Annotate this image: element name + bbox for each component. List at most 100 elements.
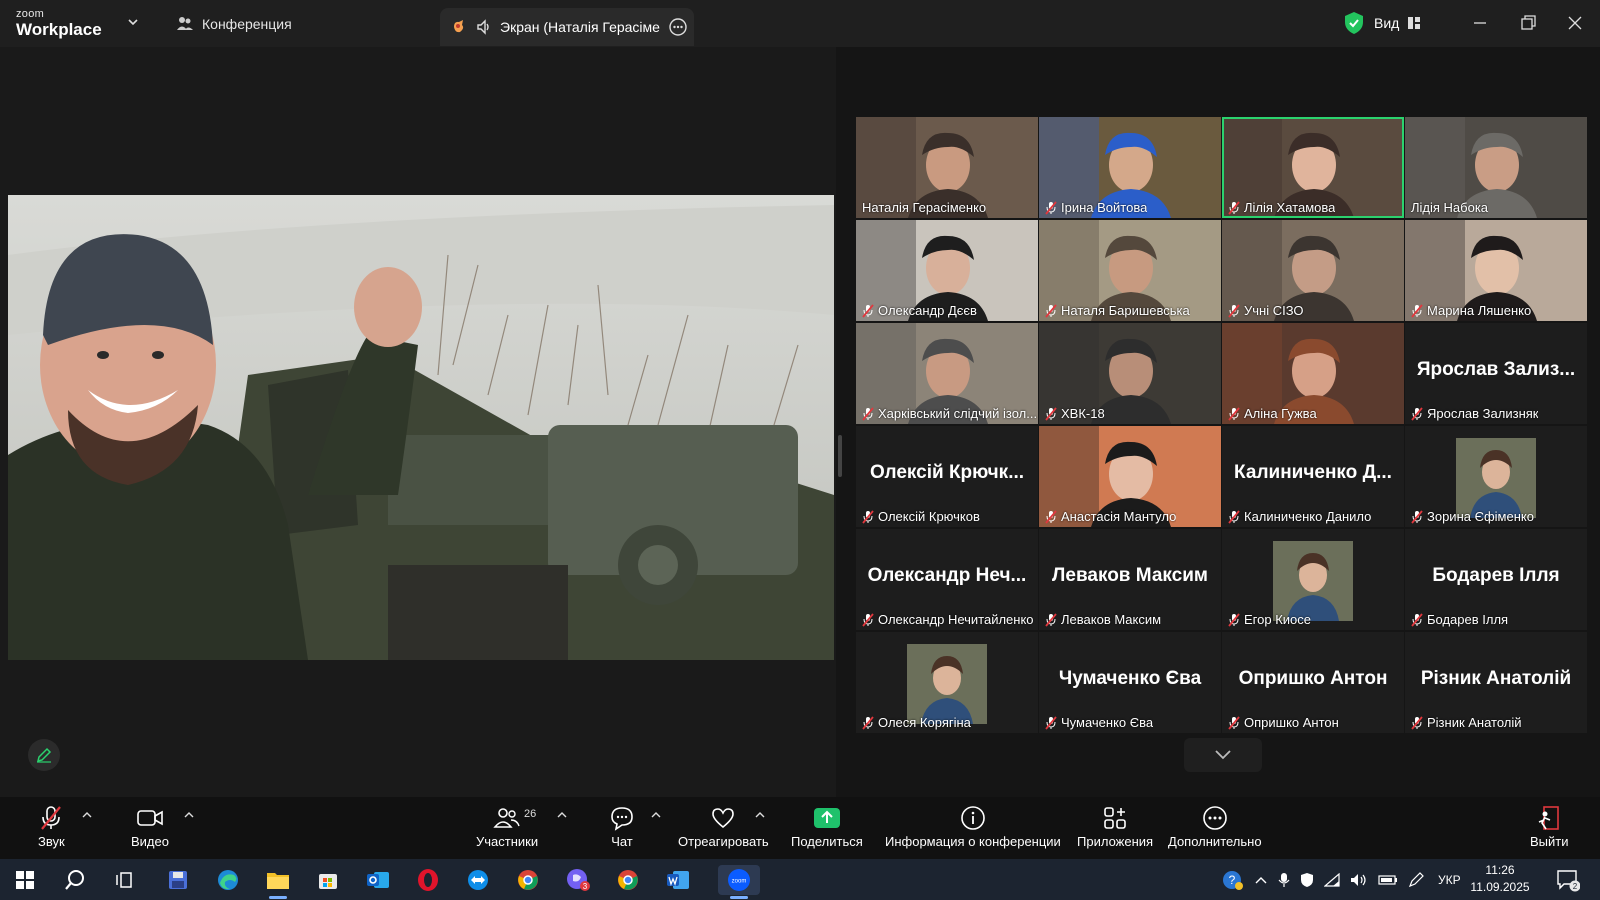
- more-button[interactable]: Дополнительно: [1168, 805, 1262, 849]
- participant-name: Ірина Войтова: [1061, 200, 1148, 215]
- shared-screen-pane: [0, 47, 836, 797]
- share-arrow-icon: [813, 808, 840, 828]
- system-tray: ? УКР: [1222, 859, 1461, 900]
- file-explorer-icon[interactable]: [263, 865, 293, 899]
- participants-icon: [493, 808, 520, 828]
- participant-name-label: Анастасія Мантуло: [1045, 509, 1176, 524]
- notifications-icon[interactable]: 2: [1553, 865, 1583, 895]
- mic-muted-icon: [1228, 200, 1240, 215]
- language-indicator[interactable]: УКР: [1438, 873, 1461, 887]
- tab-screen-share[interactable]: Экран (Наталія Герасіменк: [440, 8, 694, 46]
- brand-large: Workplace: [16, 20, 102, 39]
- participant-name-label: Олександр Дєєв: [862, 303, 977, 318]
- participant-tile[interactable]: Наталя Баришевська: [1039, 220, 1221, 321]
- word-icon[interactable]: [663, 865, 693, 895]
- view-button[interactable]: Вид: [1374, 11, 1421, 35]
- participant-tile[interactable]: Учні СІЗО: [1222, 220, 1404, 321]
- participant-display-name: Ярослав Зализ...: [1416, 359, 1576, 380]
- participant-tile[interactable]: Олексій Крючк... Олексій Крючков: [856, 426, 1038, 527]
- outlook-icon[interactable]: [363, 865, 393, 895]
- participant-tile[interactable]: ХВК-18: [1039, 323, 1221, 424]
- security-shield-icon[interactable]: [1300, 872, 1314, 888]
- annotate-pencil-button[interactable]: [28, 739, 60, 771]
- participants-caret-icon[interactable]: [557, 811, 567, 819]
- opera-browser-icon[interactable]: [413, 865, 443, 895]
- clock[interactable]: 11:26 11.09.2025: [1470, 862, 1530, 896]
- apps-button[interactable]: Приложения: [1077, 805, 1153, 849]
- task-view-icon[interactable]: [110, 865, 140, 895]
- participant-tile[interactable]: Харківський слідчий ізол...: [856, 323, 1038, 424]
- participant-tile[interactable]: Ірина Войтова: [1039, 117, 1221, 218]
- shared-video[interactable]: [8, 195, 834, 660]
- participant-tile[interactable]: Марина Ляшенко: [1405, 220, 1587, 321]
- search-icon[interactable]: [60, 865, 90, 895]
- more-options-icon[interactable]: [668, 17, 688, 37]
- encryption-shield-icon[interactable]: [1343, 11, 1365, 35]
- react-caret-icon[interactable]: [755, 811, 765, 819]
- participant-name-label: Леваков Максим: [1045, 612, 1161, 627]
- teamviewer-icon[interactable]: [463, 865, 493, 895]
- participant-tile[interactable]: Чумаченко Єва Чумаченко Єва: [1039, 632, 1221, 733]
- chrome-profile-icon[interactable]: [613, 865, 643, 895]
- chat-caret-icon[interactable]: [651, 811, 661, 819]
- participant-tile[interactable]: Олександр Неч... Олександр Нечитайленко: [856, 529, 1038, 630]
- participant-tile[interactable]: Ярослав Зализ... Ярослав Зализняк: [1405, 323, 1587, 424]
- participant-tile[interactable]: Лідія Набока: [1405, 117, 1587, 218]
- leave-button[interactable]: Выйти: [1530, 805, 1569, 849]
- chat-button[interactable]: Чат: [609, 805, 635, 849]
- close-icon[interactable]: [1564, 12, 1586, 34]
- audio-options-caret-icon[interactable]: [82, 811, 92, 819]
- zoom-workplace-logo[interactable]: zoom Workplace: [16, 9, 116, 39]
- microphone-icon[interactable]: [1278, 872, 1290, 888]
- audio-button[interactable]: Звук: [38, 805, 65, 849]
- split-resize-handle[interactable]: [838, 435, 842, 477]
- participant-tile[interactable]: Леваков Максим Леваков Максим: [1039, 529, 1221, 630]
- more-label: Дополнительно: [1168, 834, 1262, 849]
- meeting-info-button[interactable]: Информация о конференции: [885, 805, 1061, 849]
- volume-icon[interactable]: [1350, 873, 1368, 887]
- participant-tile[interactable]: Зорина Єфіменко: [1405, 426, 1587, 527]
- participant-name-label: Різник Анатолій: [1411, 715, 1522, 730]
- participant-tile[interactable]: Калиниченко Д... Калиниченко Данило: [1222, 426, 1404, 527]
- participant-tile[interactable]: Бодарев Ілля Бодарев Ілля: [1405, 529, 1587, 630]
- mic-muted-icon: [1228, 509, 1240, 524]
- microsoft-store-icon[interactable]: [313, 865, 343, 895]
- share-screen-button[interactable]: Поделиться: [791, 805, 863, 849]
- wifi-icon[interactable]: [1324, 872, 1340, 887]
- participant-tile[interactable]: Егор Киосе: [1222, 529, 1404, 630]
- zoom-taskbar-icon[interactable]: zoom: [718, 865, 760, 899]
- participant-name-label: Наталя Баришевська: [1045, 303, 1190, 318]
- mic-muted-icon: [1228, 715, 1240, 730]
- gallery-next-page-button[interactable]: [1184, 738, 1262, 772]
- chevron-up-icon[interactable]: [1254, 875, 1268, 885]
- chevron-down-icon[interactable]: [126, 15, 140, 29]
- pen-icon[interactable]: [1408, 871, 1424, 888]
- battery-icon[interactable]: [1378, 874, 1398, 886]
- participant-name-label: Ірина Войтова: [1045, 200, 1147, 215]
- participant-tile[interactable]: Різник Анатолій Різник Анатолій: [1405, 632, 1587, 733]
- viber-icon[interactable]: 3: [563, 865, 593, 895]
- participant-name: Егор Киосе: [1244, 612, 1311, 627]
- mic-muted-icon: [1411, 303, 1423, 318]
- participant-tile[interactable]: Лілія Хатамова: [1222, 117, 1404, 218]
- windows-start-icon[interactable]: [10, 865, 40, 895]
- participant-tile[interactable]: Олександр Дєєв: [856, 220, 1038, 321]
- save-app-icon[interactable]: [163, 865, 193, 895]
- participant-tile[interactable]: Аліна Гужва: [1222, 323, 1404, 424]
- help-icon[interactable]: ?: [1222, 869, 1244, 891]
- edge-browser-icon[interactable]: [213, 865, 243, 895]
- participant-name: Лілія Хатамова: [1244, 200, 1336, 215]
- minimize-icon[interactable]: [1469, 12, 1491, 34]
- tab-conference[interactable]: Конференция: [176, 9, 292, 39]
- restore-icon[interactable]: [1517, 12, 1539, 34]
- participant-tile[interactable]: Анастасія Мантуло: [1039, 426, 1221, 527]
- participant-tile[interactable]: Олеся Корягіна: [856, 632, 1038, 733]
- participant-tile[interactable]: Наталія Герасіменко: [856, 117, 1038, 218]
- chevron-down-icon: [1215, 750, 1231, 760]
- mic-muted-icon: [1045, 612, 1057, 627]
- participant-name-label: Калиниченко Данило: [1228, 509, 1371, 524]
- video-button[interactable]: Видео: [131, 805, 169, 849]
- video-options-caret-icon[interactable]: [184, 811, 194, 819]
- chrome-icon[interactable]: [513, 865, 543, 895]
- participant-tile[interactable]: Опришко Антон Опришко Антон: [1222, 632, 1404, 733]
